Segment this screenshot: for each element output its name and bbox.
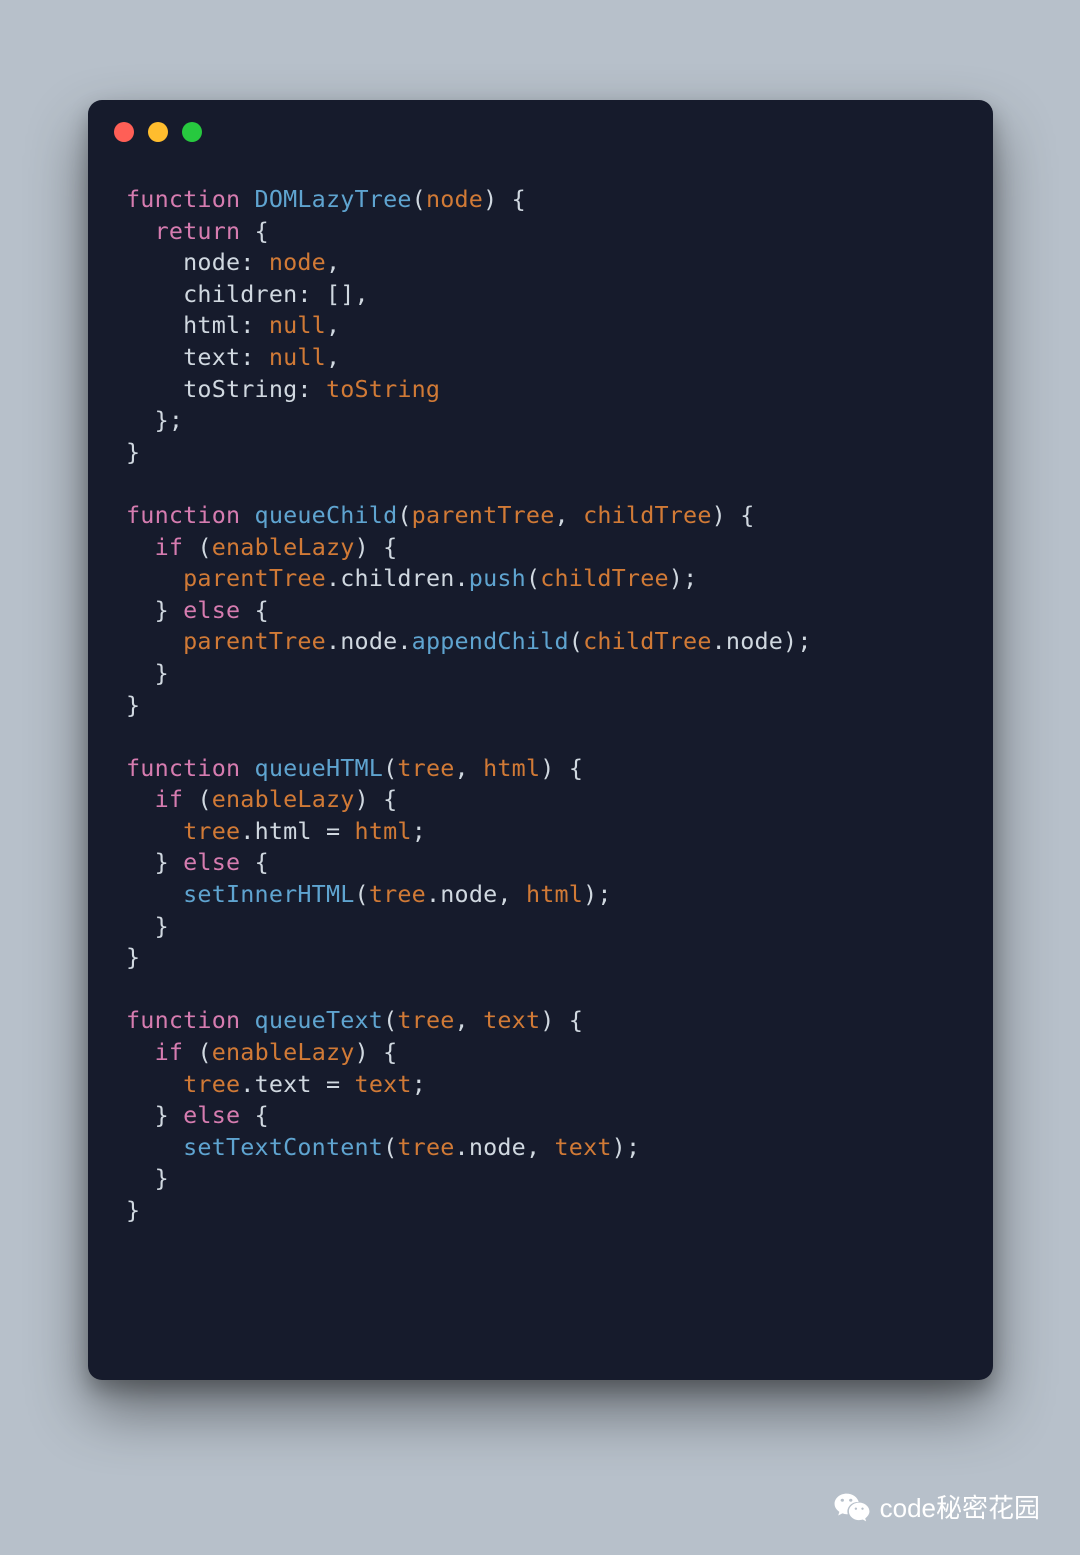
footer-text: code秘密花园	[880, 1488, 1040, 1525]
minimize-icon[interactable]	[148, 122, 168, 142]
footer-attribution: code秘密花园	[834, 1488, 1040, 1525]
code-window: function DOMLazyTree(node) { return { no…	[88, 100, 993, 1380]
wechat-icon	[834, 1489, 870, 1525]
window-titlebar	[88, 100, 993, 148]
code-content: function DOMLazyTree(node) { return { no…	[88, 148, 993, 1257]
maximize-icon[interactable]	[182, 122, 202, 142]
close-icon[interactable]	[114, 122, 134, 142]
